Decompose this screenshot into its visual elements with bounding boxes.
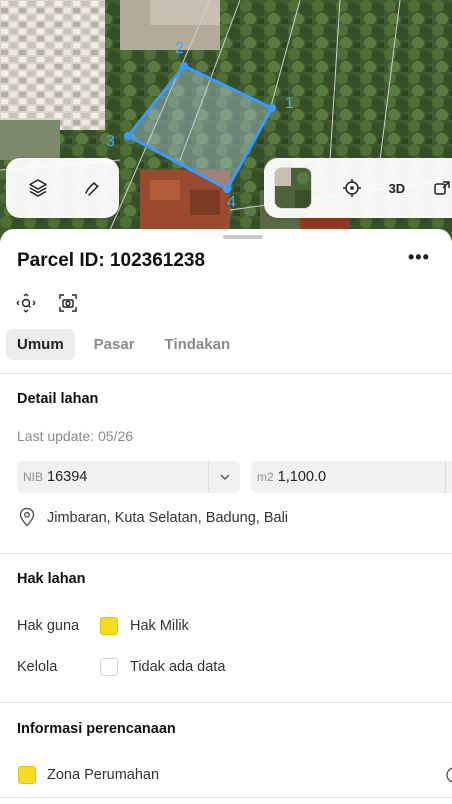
area-field[interactable]: m2 1,100.0 bbox=[251, 461, 452, 493]
draw-button[interactable] bbox=[80, 176, 104, 200]
hak-milik-swatch bbox=[100, 617, 118, 635]
share-button[interactable] bbox=[419, 168, 452, 208]
zoom-locate-icon bbox=[16, 293, 36, 313]
divider bbox=[0, 797, 452, 798]
camera-frame-icon bbox=[59, 294, 77, 312]
rights-heading: Hak lahan bbox=[17, 571, 86, 587]
address-text: Jimbaran, Kuta Selatan, Badung, Bali bbox=[47, 510, 289, 526]
area-value: 1,100.0 bbox=[277, 469, 327, 485]
pen-draw-icon bbox=[85, 182, 99, 196]
nib-field[interactable]: NIB 16394 bbox=[17, 461, 240, 493]
tab-pasar[interactable]: Pasar bbox=[83, 329, 146, 360]
toggle-3d-button[interactable]: 3D bbox=[375, 168, 420, 208]
satellite-thumbnail-icon bbox=[275, 168, 311, 208]
hak-guna-value: Hak Milik bbox=[130, 618, 189, 634]
basemap-thumbnail[interactable] bbox=[274, 167, 312, 209]
info-icon[interactable] bbox=[446, 767, 452, 783]
parcel-title: Parcel ID: 102361238 bbox=[17, 250, 206, 271]
parcel-actions bbox=[14, 291, 80, 315]
last-update-text: Last update: 05/26 bbox=[17, 428, 133, 444]
map-toolbar-right: 3D bbox=[264, 158, 452, 218]
layers-button[interactable] bbox=[26, 176, 50, 200]
hak-guna-label: Hak guna bbox=[17, 618, 80, 634]
map-toolbar-left bbox=[6, 158, 119, 218]
tab-tindakan[interactable]: Tindakan bbox=[154, 329, 242, 360]
parcel-detail-sheet: Parcel ID: 102361238 ••• Umum Pasar Tind… bbox=[0, 229, 452, 804]
detail-heading: Detail lahan bbox=[17, 391, 99, 407]
zoom-to-parcel-button[interactable] bbox=[14, 291, 38, 315]
vertex-label-4: 4 bbox=[227, 194, 236, 211]
kelola-swatch bbox=[100, 658, 118, 676]
chevron-down-icon bbox=[220, 474, 229, 480]
more-options-button[interactable]: ••• bbox=[408, 247, 430, 268]
vertex-label-2: 2 bbox=[175, 40, 184, 57]
field-separator bbox=[445, 461, 446, 493]
crosshair-icon bbox=[343, 179, 362, 197]
kelola-value: Tidak ada data bbox=[130, 659, 226, 675]
tab-umum[interactable]: Umum bbox=[6, 329, 75, 360]
tab-bar: Umum Pasar Tindakan bbox=[6, 329, 241, 360]
nib-dropdown-button[interactable] bbox=[208, 461, 240, 493]
kelola-label: Kelola bbox=[17, 659, 58, 675]
vertex-3-marker[interactable] bbox=[124, 132, 132, 140]
zone-swatch bbox=[18, 766, 36, 784]
planning-heading: Informasi perencanaan bbox=[17, 721, 176, 737]
nib-label: NIB bbox=[23, 470, 44, 484]
nib-value: 16394 bbox=[47, 469, 88, 485]
vertex-2-marker[interactable] bbox=[180, 62, 188, 70]
area-unit-label: m2 bbox=[257, 470, 274, 484]
zone-value: Zona Perumahan bbox=[47, 767, 160, 783]
divider bbox=[0, 702, 452, 703]
vertex-label-3: 3 bbox=[106, 133, 115, 150]
vertex-4-marker[interactable] bbox=[223, 185, 231, 193]
locate-button[interactable] bbox=[330, 168, 375, 208]
share-icon bbox=[433, 181, 450, 195]
vertex-1-marker[interactable] bbox=[268, 104, 276, 112]
vertex-label-1: 1 bbox=[285, 95, 294, 112]
layers-icon bbox=[29, 179, 47, 197]
sheet-grabber[interactable] bbox=[223, 235, 263, 239]
divider bbox=[0, 373, 452, 374]
satellite-map[interactable]: 1 2 3 4 3D bbox=[0, 0, 452, 250]
divider bbox=[0, 553, 452, 554]
screenshot-button[interactable] bbox=[56, 291, 80, 315]
location-pin-icon bbox=[19, 507, 35, 527]
